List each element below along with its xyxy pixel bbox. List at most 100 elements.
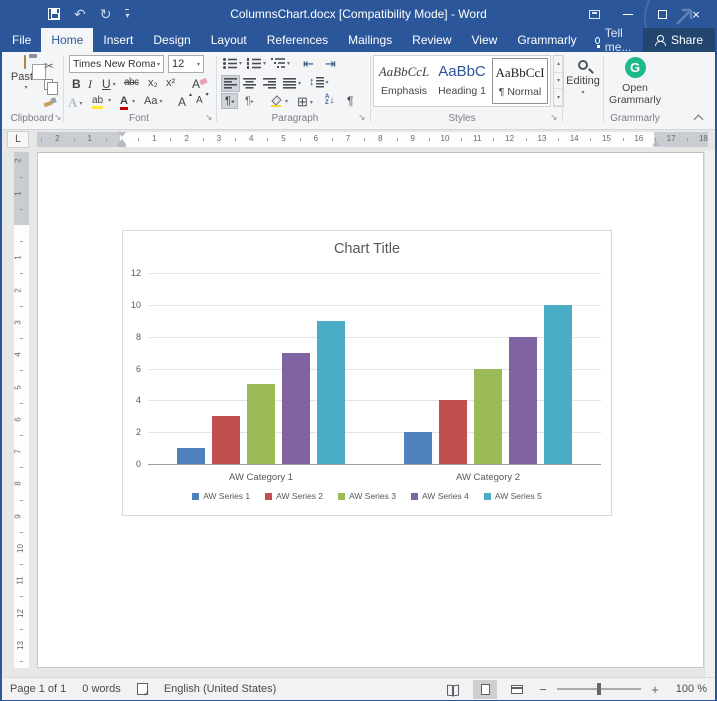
font-name-combo[interactable]: Times New Roman ▾ [69,55,164,73]
read-mode-button[interactable] [441,680,465,699]
tab-layout[interactable]: Layout [201,28,257,52]
styles-dialog-launcher[interactable]: ↘ [550,112,558,122]
align-left-button[interactable] [222,76,239,91]
borders-button[interactable]: ⊞▾ [297,94,313,110]
shading-button[interactable]: ▾ [269,95,288,107]
bar-aw-series-3-cat1[interactable] [247,384,275,464]
ribbon-display-options-button[interactable] [577,0,611,28]
clipboard-dialog-launcher[interactable]: ↘ [54,112,62,122]
line-spacing-button[interactable]: ↕ ▾ [309,76,329,88]
left-indent-marker[interactable] [118,144,126,147]
tab-file[interactable]: File [2,28,41,52]
editing-button[interactable]: Editing ▾ [564,56,602,96]
bar-aw-series-1-cat1[interactable] [177,448,205,464]
style-card--normal[interactable]: AaBbCcI¶ Normal [492,58,548,104]
right-indent-marker[interactable] [652,141,660,146]
bullets-button[interactable]: ▾ [223,58,242,69]
undo-icon[interactable]: ↶ [74,0,86,28]
paste-button[interactable]: Paste ▾ [9,56,41,110]
bar-aw-series-1-cat2[interactable] [404,432,432,464]
maximize-button[interactable] [645,0,679,28]
underline-button[interactable]: U▾ [102,77,116,91]
font-size-combo[interactable]: 12 ▾ [168,55,204,73]
show-formatting-marks-button[interactable]: ¶ [347,94,353,108]
page-count-label[interactable]: Page 1 of 1 [10,683,66,695]
multilevel-list-button[interactable]: ▾ [271,58,290,69]
cut-button[interactable]: ✂ [44,57,60,75]
change-case-button[interactable]: Aa▾ [144,95,162,107]
rtl-direction-button[interactable]: ¶▸ [245,95,254,107]
collapse-ribbon-icon[interactable] [695,114,703,122]
language-label[interactable]: English (United States) [164,683,277,695]
italic-button[interactable]: I [88,77,92,92]
legend-item-aw-series-3[interactable]: AW Series 3 [338,491,396,501]
bar-aw-series-2-cat1[interactable] [212,416,240,464]
superscript-button[interactable]: x² [166,77,175,89]
shrink-font-button[interactable]: A▾ [196,95,203,106]
share-button[interactable]: Share [643,28,715,52]
bar-aw-series-5-cat2[interactable] [544,305,572,464]
align-right-button[interactable] [263,78,276,89]
numbering-button[interactable]: ▾ [247,58,266,69]
open-grammarly-button[interactable]: G Open Grammarly [606,55,664,106]
tab-home[interactable]: Home [41,28,93,52]
bar-aw-series-4-cat1[interactable] [282,353,310,464]
document-page[interactable]: Chart Title 024681012AW Category 1AW Cat… [37,152,704,668]
copy-button[interactable] [44,75,60,93]
tab-review[interactable]: Review [402,28,461,52]
bar-aw-series-3-cat2[interactable] [474,369,502,465]
zoom-level-label[interactable]: 100 % [669,683,707,695]
proofing-status-icon[interactable] [137,683,148,695]
paragraph-dialog-launcher[interactable]: ↘ [358,112,366,122]
sort-button[interactable]: AZ ↓ [325,94,334,106]
justify-button[interactable]: ▾ [283,78,301,89]
text-effects-button[interactable]: A▾ [68,95,82,111]
tell-me-box[interactable]: Tell me... [587,28,643,52]
word-count-label[interactable]: 0 words [82,683,121,695]
clear-formatting-button[interactable]: A [192,77,200,91]
bar-aw-series-4-cat2[interactable] [509,337,537,464]
tab-design[interactable]: Design [143,28,200,52]
legend-item-aw-series-2[interactable]: AW Series 2 [265,491,323,501]
highlight-color-button[interactable]: ab▾ [92,95,111,106]
tab-references[interactable]: References [257,28,338,52]
tab-stop-selector[interactable]: L [7,131,29,148]
web-layout-button[interactable] [505,680,529,699]
tab-mailings[interactable]: Mailings [338,28,402,52]
bar-aw-series-2-cat2[interactable] [439,400,467,464]
bold-button[interactable]: B [72,77,81,91]
zoom-out-button[interactable]: − [537,682,549,697]
legend-item-aw-series-5[interactable]: AW Series 5 [484,491,542,501]
first-line-indent-marker[interactable] [118,132,126,137]
save-icon[interactable] [48,8,60,20]
format-painter-button[interactable] [44,93,60,111]
increase-indent-button[interactable]: ⇥ [325,56,336,72]
zoom-slider-track[interactable] [557,688,641,690]
style-card-emphasis[interactable]: AaBbCcLEmphasis [376,58,432,104]
grow-font-button[interactable]: A▴ [178,95,186,109]
align-center-button[interactable] [243,78,256,89]
redo-icon[interactable]: ↻ [100,0,112,28]
print-layout-button[interactable] [473,680,497,699]
decrease-indent-button[interactable]: ⇤ [303,56,314,72]
chart-frame[interactable]: Chart Title 024681012AW Category 1AW Cat… [122,230,612,516]
legend-item-aw-series-1[interactable]: AW Series 1 [192,491,250,501]
customize-quick-access-icon[interactable]: ▾ [125,9,129,20]
tab-grammarly[interactable]: Grammarly [507,28,586,52]
zoom-slider-handle[interactable] [597,683,601,695]
legend-item-aw-series-4[interactable]: AW Series 4 [411,491,469,501]
chart-title[interactable]: Chart Title [123,241,611,257]
font-dialog-launcher[interactable]: ↘ [205,112,213,122]
minimize-button[interactable] [611,0,645,28]
strikethrough-button[interactable]: abc [124,77,139,88]
font-color-button[interactable]: A▾ [120,95,135,107]
style-card-heading-1[interactable]: AaBbCHeading 1 [434,58,490,104]
vertical-scrollbar[interactable] [704,150,715,678]
ltr-direction-button[interactable]: ¶◂ [222,94,237,108]
horizontal-ruler[interactable]: 12123456789101112131415161718 [37,132,708,147]
tab-view[interactable]: View [462,28,508,52]
close-button[interactable]: × [679,0,713,28]
tab-insert[interactable]: Insert [93,28,143,52]
zoom-in-button[interactable]: + [649,682,661,697]
vertical-ruler[interactable]: 1212345678910111213 [14,152,29,668]
